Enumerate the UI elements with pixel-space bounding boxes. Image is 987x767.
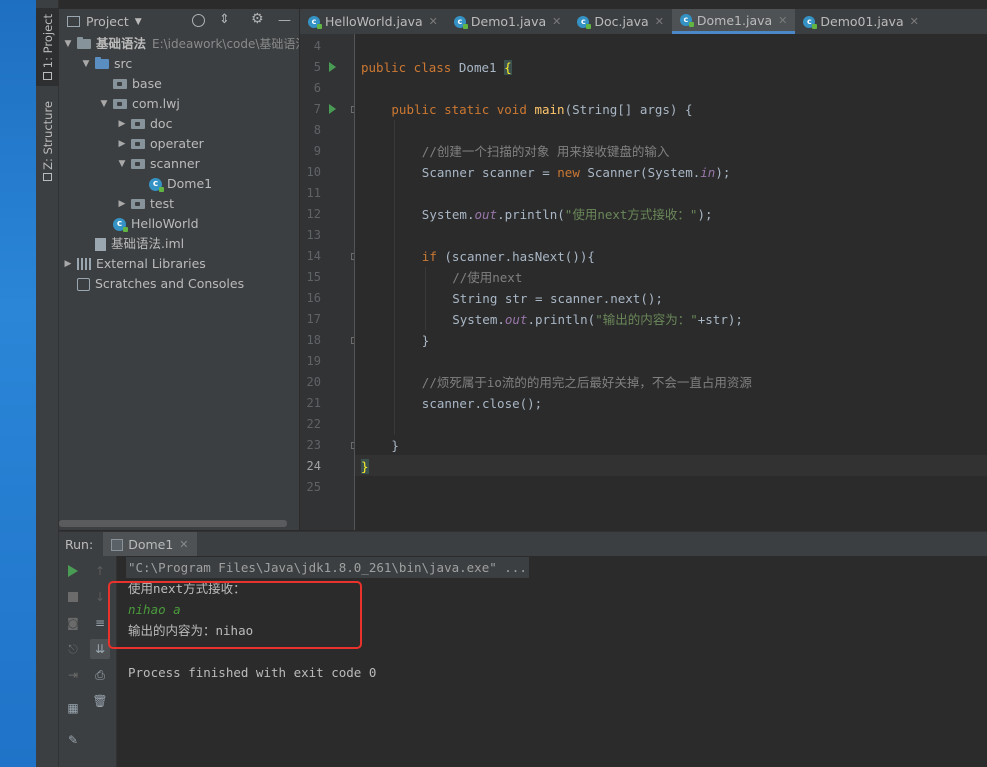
field-token: out bbox=[474, 207, 498, 222]
code-line: //烦死属于io流的的用完之后最好关掉，不会一直占用资源 bbox=[422, 372, 752, 393]
field-token: out bbox=[504, 312, 528, 327]
comment-token: //烦死属于io流的的用完之后最好关掉，不会一直占用资源 bbox=[421, 375, 752, 390]
run-panel-header: Run: Dome1 ✕ bbox=[59, 531, 987, 557]
code-line: Scanner scanner = new Scanner(System.in)… bbox=[422, 162, 731, 183]
code-token: scanner.close(); bbox=[421, 396, 543, 411]
run-tab[interactable]: Dome1 ✕ bbox=[103, 532, 197, 557]
code-token: Scanner(System. bbox=[579, 165, 701, 180]
code-token: System. bbox=[452, 312, 505, 327]
keyword-token: new bbox=[557, 165, 580, 180]
code-line: if (scanner.hasNext()){ bbox=[422, 246, 595, 267]
soft-wrap-icon[interactable]: ≡ bbox=[93, 616, 107, 630]
code-line: System.out.println("输出的内容为："+str); bbox=[452, 309, 743, 330]
print-icon[interactable]: ⎙ bbox=[93, 668, 107, 682]
code-token: .println( bbox=[497, 207, 565, 222]
code-line: //创建一个扫描的对象 用来接收键盘的输入 bbox=[422, 141, 670, 162]
code-token: (scanner.hasNext()){ bbox=[436, 249, 595, 264]
comment-token: //创建一个扫描的对象 用来接收键盘的输入 bbox=[421, 144, 670, 159]
keyword-token: public static void bbox=[391, 102, 527, 117]
layout-icon[interactable]: ▦ bbox=[66, 701, 80, 715]
scroll-to-end-icon[interactable]: ⇊ bbox=[90, 639, 110, 659]
scroll-up-icon[interactable]: ↑ bbox=[93, 564, 107, 578]
indent-guide bbox=[424, 267, 426, 330]
code-token: } bbox=[391, 438, 399, 453]
login-icon[interactable]: ⇥ bbox=[66, 668, 80, 682]
code-line: } bbox=[422, 330, 430, 351]
scroll-down-icon[interactable]: ↓ bbox=[93, 590, 107, 604]
string-token: "输出的内容为：" bbox=[595, 312, 698, 327]
code-token: String str = scanner.next(); bbox=[452, 291, 663, 306]
field-token: in bbox=[700, 165, 716, 180]
pin-icon[interactable]: ✎ bbox=[66, 733, 80, 747]
indent-guide bbox=[394, 120, 396, 435]
code-token: } bbox=[421, 333, 430, 348]
code-token: Scanner scanner = bbox=[421, 165, 558, 180]
trash-icon[interactable]: 🗑 bbox=[92, 694, 107, 708]
brace-token: { bbox=[504, 60, 512, 75]
code-token: .println( bbox=[527, 312, 596, 327]
code-line: public class Dome1 { bbox=[361, 57, 512, 78]
method-name-token: main bbox=[534, 102, 565, 117]
code-line: } bbox=[391, 435, 399, 456]
console-exit-line: Process finished with exit code 0 bbox=[128, 665, 377, 680]
close-icon[interactable]: ✕ bbox=[179, 538, 188, 551]
annotation-highlight-box bbox=[108, 581, 362, 649]
code-token: ); bbox=[697, 207, 713, 222]
brace-token: } bbox=[361, 459, 369, 474]
rerun-icon[interactable] bbox=[66, 564, 80, 578]
stop-icon[interactable] bbox=[66, 590, 80, 604]
keyword-token: if bbox=[421, 249, 437, 264]
run-tab-label: Dome1 bbox=[128, 537, 174, 552]
code-line: String str = scanner.next(); bbox=[452, 288, 663, 309]
keyword-token: public class bbox=[361, 60, 452, 75]
code-line: //使用next bbox=[452, 267, 522, 288]
comment-token: //使用next bbox=[452, 270, 523, 285]
code-token: +str); bbox=[697, 312, 743, 327]
console-command-line: "C:\Program Files\Java\jdk1.8.0_261\bin\… bbox=[126, 557, 529, 578]
code-layer: public class Dome1 { public static void main… bbox=[0, 0, 987, 530]
code-line: scanner.close(); bbox=[422, 393, 542, 414]
code-token: (String[] args) { bbox=[564, 102, 693, 117]
code-line: System.out.println("使用next方式接收："); bbox=[422, 204, 713, 225]
code-line: public static void main(String[] args) { bbox=[391, 99, 692, 120]
run-config-icon bbox=[111, 538, 124, 551]
exit-icon[interactable]: ⎋ bbox=[66, 642, 80, 656]
code-token: System. bbox=[421, 207, 475, 222]
run-label: Run: bbox=[65, 537, 94, 552]
camera-icon[interactable]: ◙ bbox=[66, 616, 80, 630]
code-token: ); bbox=[715, 165, 731, 180]
code-line: } bbox=[361, 456, 369, 477]
class-name-token: Dome1 bbox=[458, 60, 497, 75]
string-token: "使用next方式接收：" bbox=[564, 207, 698, 222]
